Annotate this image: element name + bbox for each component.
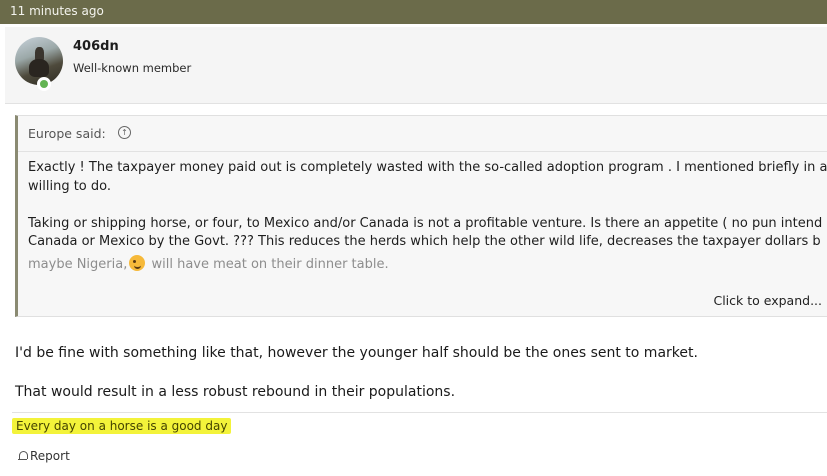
post-text-line: I'd be fine with something like that, ho… [15, 345, 698, 361]
quote-faded-text: maybe Nigeria, [28, 257, 128, 272]
report-button[interactable]: Report [18, 449, 70, 463]
bell-icon [18, 451, 28, 461]
quote-author[interactable]: Europe said: [28, 126, 106, 141]
click-to-expand-link[interactable]: Click to expand... [713, 293, 822, 308]
post-timestamp[interactable]: 11 minutes ago [10, 4, 104, 18]
quote-line: Exactly ! The taxpayer money paid out is… [28, 160, 827, 175]
quote-header: Europe said: ↑ [18, 116, 827, 152]
user-title: Well-known member [73, 61, 192, 75]
quote-faded-line: maybe Nigeria, will have meat on their d… [28, 255, 389, 272]
report-label: Report [30, 449, 70, 463]
post-header-bar: 11 minutes ago [0, 0, 827, 24]
quote-line: Taking or shipping horse, or four, to Me… [28, 216, 823, 231]
post-text-line: That would result in a less robust rebou… [15, 384, 456, 400]
online-status-icon [37, 77, 51, 91]
quote-line: willing to do. [28, 179, 111, 194]
arrow-up-circle-icon[interactable]: ↑ [118, 126, 131, 139]
avatar-horse [29, 59, 49, 77]
signature: Every day on a horse is a good day [12, 418, 232, 434]
signature-divider [12, 412, 827, 413]
user-info-block: 406dn Well-known member [5, 27, 827, 104]
username[interactable]: 406dn [73, 39, 119, 54]
wink-emoji-icon [129, 255, 146, 271]
quote-line: Canada or Mexico by the Govt. ??? This r… [28, 234, 821, 249]
quote-block: Europe said: ↑ Exactly ! The taxpayer mo… [15, 115, 827, 317]
quote-faded-text-end: will have meat on their dinner table. [147, 257, 389, 272]
